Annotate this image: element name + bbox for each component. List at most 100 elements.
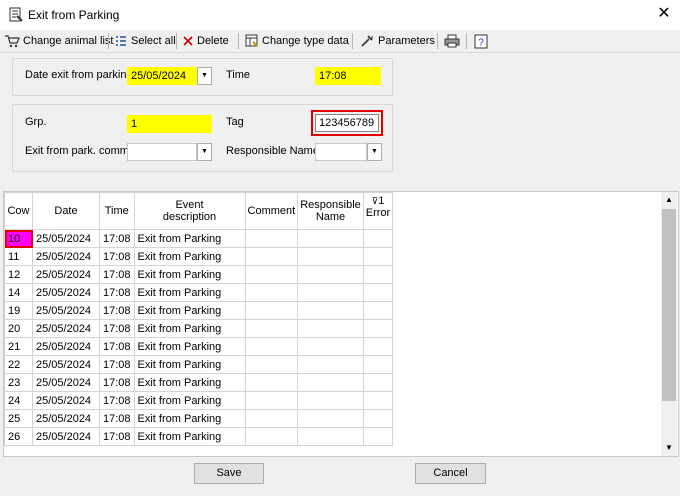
cell-error[interactable] <box>362 391 394 410</box>
cell-date[interactable]: 25/05/2024 <box>32 247 100 266</box>
cell-cow[interactable]: 14 <box>4 283 33 302</box>
date-exit-dropdown[interactable]: ▼ <box>197 67 212 85</box>
parameters-button[interactable]: Parameters <box>360 32 435 50</box>
responsible-name-dropdown[interactable]: ▼ <box>367 143 382 161</box>
cell-date[interactable]: 25/05/2024 <box>32 265 100 284</box>
cell-cow[interactable]: 24 <box>4 391 33 410</box>
cell-comment[interactable] <box>244 319 299 338</box>
cell-responsible[interactable] <box>297 427 364 446</box>
col-header-responsible-name[interactable]: Responsible Name <box>297 192 364 230</box>
cell-cow[interactable]: 11 <box>4 247 33 266</box>
table-row[interactable]: 19 25/05/2024 17:08 Exit from Parking <box>4 301 394 320</box>
cancel-button[interactable]: Cancel <box>415 463 486 484</box>
cell-event[interactable]: Exit from Parking <box>133 373 246 392</box>
cell-responsible[interactable] <box>297 337 364 356</box>
cell-error[interactable] <box>362 427 394 446</box>
cell-responsible[interactable] <box>297 247 364 266</box>
cell-event[interactable]: Exit from Parking <box>133 391 246 410</box>
cell-date[interactable]: 25/05/2024 <box>32 427 100 446</box>
table-row[interactable]: 20 25/05/2024 17:08 Exit from Parking <box>4 319 394 338</box>
scroll-down-icon[interactable]: ▼ <box>661 440 677 456</box>
cell-error[interactable] <box>362 301 394 320</box>
col-header-time[interactable]: Time <box>99 192 135 230</box>
cell-time[interactable]: 17:08 <box>99 337 135 356</box>
cell-comment[interactable] <box>244 391 299 410</box>
scroll-thumb[interactable] <box>662 209 676 401</box>
cell-error[interactable] <box>362 337 394 356</box>
cell-time[interactable]: 17:08 <box>99 247 135 266</box>
cell-time[interactable]: 17:08 <box>99 355 135 374</box>
table-row[interactable]: 22 25/05/2024 17:08 Exit from Parking <box>4 355 394 374</box>
cell-cow[interactable]: 26 <box>4 427 33 446</box>
cell-cow[interactable]: 21 <box>4 337 33 356</box>
col-header-date[interactable]: Date <box>32 192 100 230</box>
cell-responsible[interactable] <box>297 373 364 392</box>
table-row[interactable]: 21 25/05/2024 17:08 Exit from Parking <box>4 337 394 356</box>
cell-date[interactable]: 25/05/2024 <box>32 319 100 338</box>
cell-event[interactable]: Exit from Parking <box>133 283 246 302</box>
date-exit-field[interactable]: 25/05/2024 <box>127 67 197 85</box>
cell-event[interactable]: Exit from Parking <box>133 247 246 266</box>
cell-error[interactable] <box>362 247 394 266</box>
table-row[interactable]: 26 25/05/2024 17:08 Exit from Parking <box>4 427 394 446</box>
exit-comment-field[interactable] <box>127 143 197 161</box>
table-row[interactable]: 24 25/05/2024 17:08 Exit from Parking <box>4 391 394 410</box>
cell-event[interactable]: Exit from Parking <box>133 301 246 320</box>
cell-date[interactable]: 25/05/2024 <box>32 301 100 320</box>
cell-error[interactable] <box>362 409 394 428</box>
cell-date[interactable]: 25/05/2024 <box>32 373 100 392</box>
table-row[interactable]: 25 25/05/2024 17:08 Exit from Parking <box>4 409 394 428</box>
cell-time[interactable]: 17:08 <box>99 283 135 302</box>
grp-field[interactable]: 1 <box>127 115 212 133</box>
change-animal-list-button[interactable]: Change animal list <box>4 32 114 50</box>
cell-cow[interactable]: 25 <box>4 409 33 428</box>
cell-comment[interactable] <box>244 427 299 446</box>
cell-error[interactable] <box>362 265 394 284</box>
cell-error[interactable] <box>362 283 394 302</box>
help-button[interactable]: ? <box>474 32 488 50</box>
time-field[interactable]: 17:08 <box>315 67 381 85</box>
cell-responsible[interactable] <box>297 391 364 410</box>
col-header-cow[interactable]: Cow <box>4 192 33 230</box>
cell-time[interactable]: 17:08 <box>99 265 135 284</box>
cell-responsible[interactable] <box>297 409 364 428</box>
cell-error[interactable] <box>362 373 394 392</box>
cell-comment[interactable] <box>244 265 299 284</box>
cell-responsible[interactable] <box>297 229 364 248</box>
cell-cow[interactable]: 10 <box>4 229 33 248</box>
events-grid[interactable]: Cow Date Time Event description Comment R… <box>3 191 679 457</box>
cell-date[interactable]: 25/05/2024 <box>32 391 100 410</box>
cell-responsible[interactable] <box>297 283 364 302</box>
cell-date[interactable]: 25/05/2024 <box>32 283 100 302</box>
cell-event[interactable]: Exit from Parking <box>133 427 246 446</box>
cell-error[interactable] <box>362 319 394 338</box>
close-button[interactable]: ✕ <box>652 3 676 25</box>
vertical-scrollbar[interactable]: ▲ ▼ <box>661 192 677 456</box>
cell-time[interactable]: 17:08 <box>99 391 135 410</box>
cell-error[interactable] <box>362 355 394 374</box>
table-row[interactable]: 10 25/05/2024 17:08 Exit from Parking <box>4 229 394 248</box>
exit-comment-dropdown[interactable]: ▼ <box>197 143 212 161</box>
cell-time[interactable]: 17:08 <box>99 373 135 392</box>
cell-comment[interactable] <box>244 229 299 248</box>
cell-comment[interactable] <box>244 409 299 428</box>
cell-error[interactable] <box>362 229 394 248</box>
cell-responsible[interactable] <box>297 265 364 284</box>
cell-time[interactable]: 17:08 <box>99 409 135 428</box>
cell-date[interactable]: 25/05/2024 <box>32 337 100 356</box>
cell-time[interactable]: 17:08 <box>99 229 135 248</box>
cell-date[interactable]: 25/05/2024 <box>32 355 100 374</box>
print-button[interactable] <box>444 32 460 50</box>
table-row[interactable]: 23 25/05/2024 17:08 Exit from Parking <box>4 373 394 392</box>
cell-comment[interactable] <box>244 301 299 320</box>
cell-event[interactable]: Exit from Parking <box>133 229 246 248</box>
cell-comment[interactable] <box>244 355 299 374</box>
cell-comment[interactable] <box>244 247 299 266</box>
col-header-event-description[interactable]: Event description <box>133 192 246 230</box>
col-header-error[interactable]: ⊽1 Error <box>362 192 394 230</box>
cell-cow[interactable]: 20 <box>4 319 33 338</box>
col-header-comment[interactable]: Comment <box>244 192 299 230</box>
cell-responsible[interactable] <box>297 319 364 338</box>
responsible-name-field[interactable] <box>315 143 367 161</box>
cell-event[interactable]: Exit from Parking <box>133 337 246 356</box>
